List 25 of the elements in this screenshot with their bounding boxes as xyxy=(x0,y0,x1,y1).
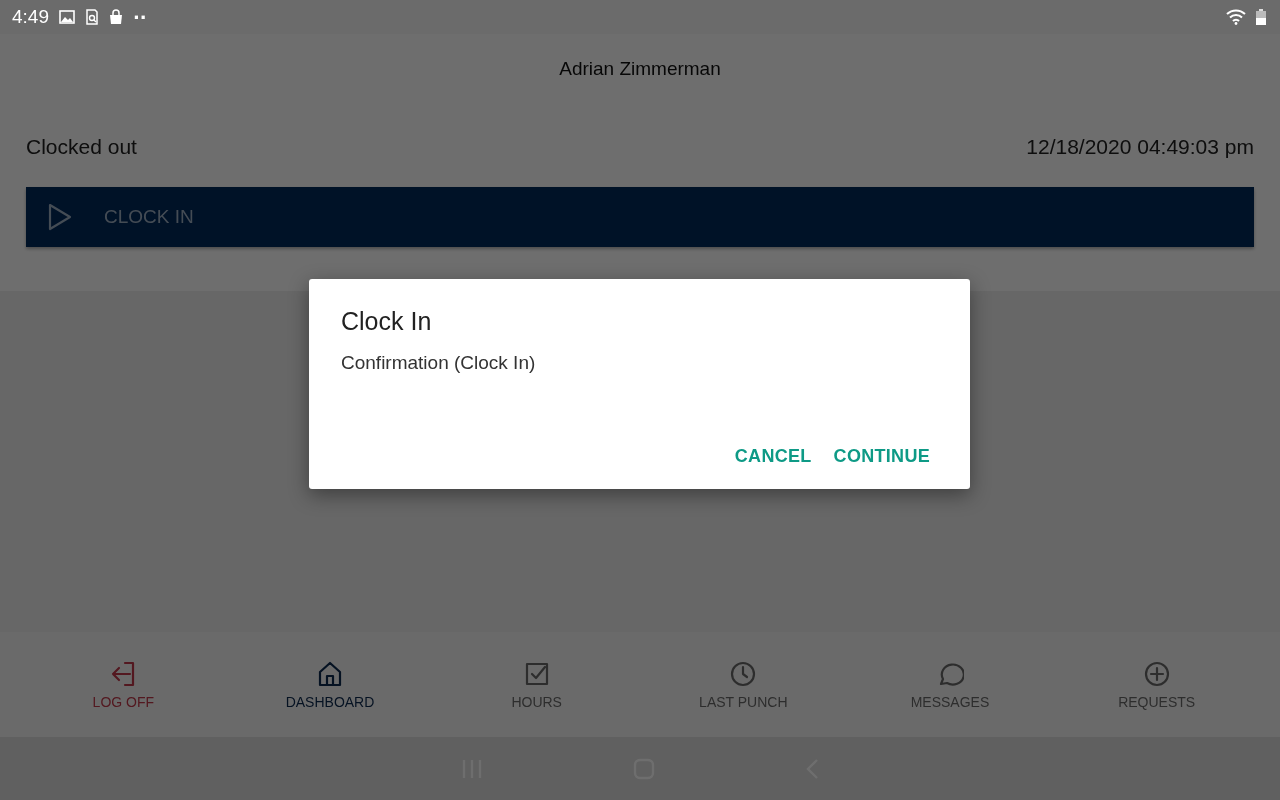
user-name: Adrian Zimmerman xyxy=(559,58,721,80)
more-notifications: ·· xyxy=(133,6,147,28)
image-icon xyxy=(59,10,75,24)
document-search-icon xyxy=(85,9,99,25)
dialog-button[interactable]: CONTINUE xyxy=(825,438,938,475)
clock-icon xyxy=(729,659,758,688)
clock-status: Clocked out xyxy=(26,135,137,159)
plus-circle-icon xyxy=(1142,659,1171,688)
clock-in-button[interactable]: CLOCK IN xyxy=(26,187,1254,247)
dialog-message: Confirmation (Clock In) xyxy=(341,352,537,374)
dialog-title: Clock In xyxy=(341,307,433,336)
date-time: 12/18/2020 04:49:03 pm xyxy=(1026,135,1254,159)
dialog-button[interactable]: CANCEL xyxy=(726,438,820,475)
nav-tab[interactable]: DASHBOARD xyxy=(279,658,381,711)
nav-tab[interactable]: HOURS xyxy=(505,658,568,711)
nav-tab[interactable]: REQUESTS xyxy=(1112,658,1202,711)
home-icon xyxy=(316,659,344,688)
shopping-bag-icon xyxy=(109,9,123,25)
nav-tab[interactable]: LAST PUNCH xyxy=(693,658,794,711)
battery-icon xyxy=(1256,9,1266,25)
status-time: 4:49 xyxy=(12,6,49,28)
play-icon xyxy=(48,203,72,231)
nav-tab[interactable]: MESSAGES xyxy=(904,658,996,711)
wifi-icon xyxy=(1226,9,1246,25)
nav-tab[interactable]: LOG OFF xyxy=(86,658,161,711)
